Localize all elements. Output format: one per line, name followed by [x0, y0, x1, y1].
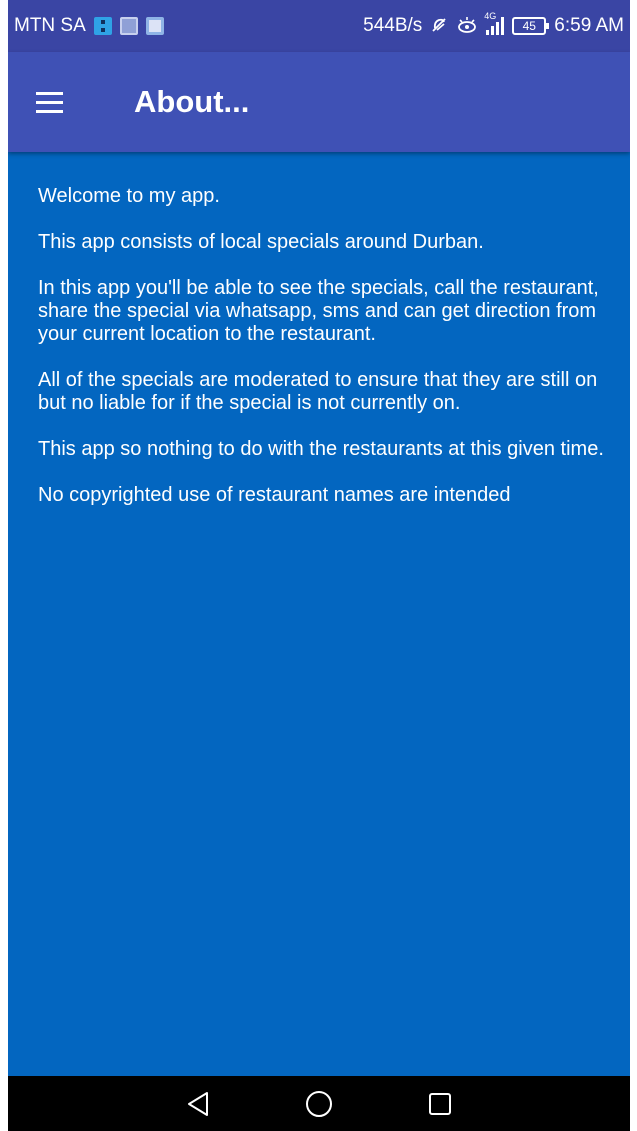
home-circle-icon[interactable]: [299, 1084, 339, 1124]
about-paragraph-affiliation: This app so nothing to do with the resta…: [38, 438, 604, 460]
back-triangle-icon[interactable]: [178, 1084, 218, 1124]
status-right: 544B/s 4G 45 6:59 AM: [363, 11, 624, 37]
recents-square-icon[interactable]: [420, 1084, 460, 1124]
carrier-name: MTN SA: [14, 15, 86, 36]
system-nav-bar: [8, 1076, 630, 1131]
clock: 6:59 AM: [554, 15, 624, 36]
app-screen: MTN SA 544B/s 4G 45 6:59 AM About... Wel…: [8, 0, 630, 1131]
app-toolbar: About...: [8, 52, 630, 152]
eye-comfort-icon: [456, 16, 478, 37]
mute-icon: [430, 16, 448, 37]
status-bar: MTN SA 544B/s 4G 45 6:59 AM: [8, 0, 630, 52]
notification-app-icon: [93, 17, 112, 35]
battery-level: 45: [522, 19, 536, 33]
about-content: Welcome to my app. This app consists of …: [38, 185, 608, 530]
about-paragraph-features: In this app you'll be able to see the sp…: [38, 277, 599, 345]
battery-icon: 45: [512, 17, 550, 35]
about-paragraph-copyright: No copyrighted use of restaurant names a…: [38, 484, 511, 506]
about-paragraph-welcome: Welcome to my app.: [38, 185, 220, 207]
network-speed: 544B/s: [363, 15, 423, 36]
notification-gallery-icon: [145, 17, 164, 35]
network-type: 4G: [484, 11, 497, 21]
signal-strength-icon: 4G: [484, 11, 505, 35]
notification-image-icon: [119, 17, 138, 35]
page-title: About...: [134, 84, 250, 119]
hamburger-menu-icon[interactable]: [36, 82, 76, 122]
status-left: MTN SA: [14, 15, 164, 37]
about-paragraph-description: This app consists of local specials arou…: [38, 231, 484, 253]
about-paragraph-moderation: All of the specials are moderated to ens…: [38, 369, 598, 414]
